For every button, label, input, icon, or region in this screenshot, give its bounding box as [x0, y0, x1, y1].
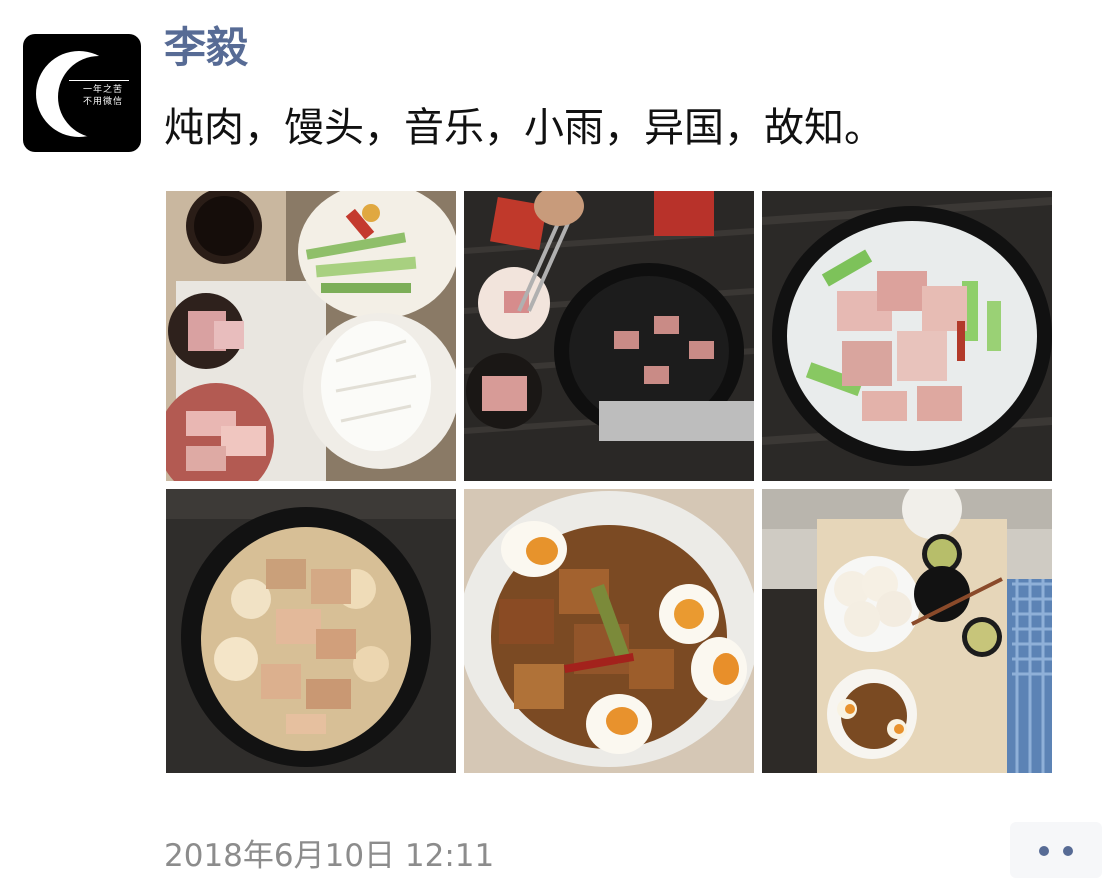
more-dots-icon: [1039, 846, 1049, 856]
post-text: 炖肉，馒头，音乐，小雨，异国，故知。: [164, 105, 884, 151]
author-name[interactable]: 李毅: [164, 20, 248, 76]
photo-3[interactable]: [762, 191, 1052, 481]
avatar-logo-line2: 不用微信: [82, 97, 123, 107]
photo-1[interactable]: [166, 191, 456, 481]
post-timestamp: 2018年6月10日 12:11: [164, 838, 495, 874]
photo-6[interactable]: [762, 489, 1052, 773]
photo-4[interactable]: [166, 489, 456, 773]
logo-divider: [69, 80, 129, 81]
more-actions-button[interactable]: [1010, 822, 1102, 878]
photo-grid: [166, 191, 1052, 773]
photo-2[interactable]: [464, 191, 754, 481]
avatar[interactable]: 一年之苦 不用微信: [23, 34, 141, 152]
more-dots-icon-dot: [1063, 846, 1073, 856]
avatar-logo-line1: 一年之苦: [82, 85, 123, 95]
avatar-logo-text: 一年之苦 不用微信: [67, 84, 139, 108]
photo-5[interactable]: [464, 489, 754, 773]
